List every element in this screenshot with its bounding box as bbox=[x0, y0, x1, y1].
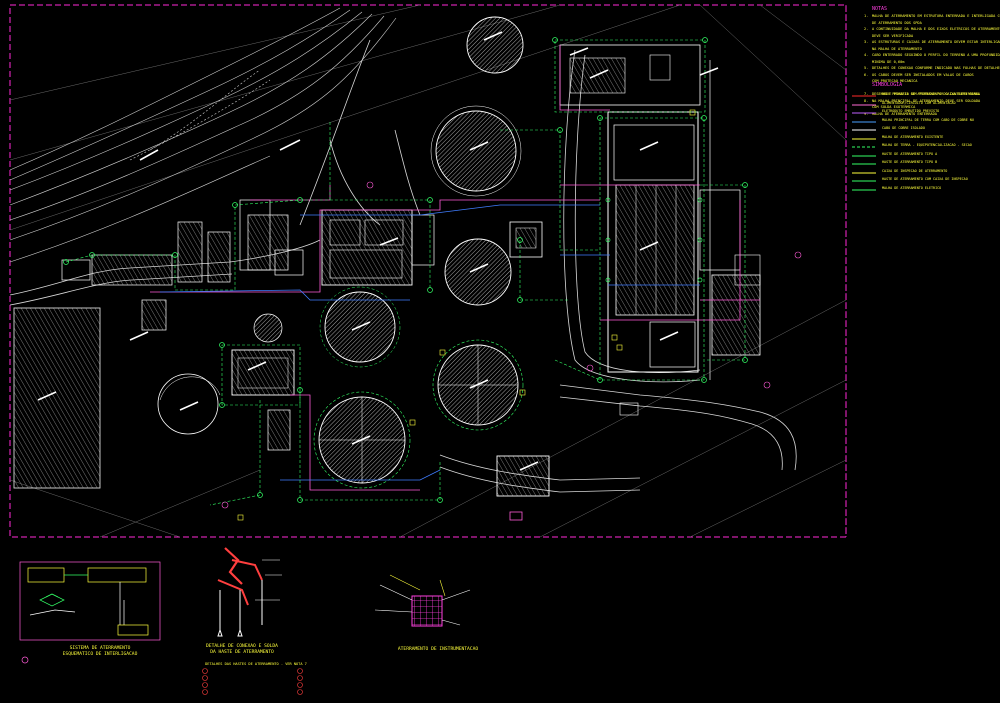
bottom-building bbox=[496, 455, 550, 497]
legend-swatch bbox=[852, 172, 876, 173]
legend-text: CABO DE COBRE ISOLADO bbox=[882, 126, 925, 130]
process-building bbox=[321, 209, 435, 286]
legend-swatch bbox=[852, 155, 876, 156]
legend-swatch bbox=[852, 146, 876, 148]
detail-2-rod-connection bbox=[217, 547, 282, 637]
legend-text: MALHA DE ATERRAMENTO EXISTENTE bbox=[882, 134, 944, 139]
legend-item: MALHA DE TERRA - EQUIPOTENCIALIZACAO - S… bbox=[852, 143, 998, 152]
detail-3-instrument-grounding bbox=[374, 574, 471, 627]
legend-item: ELETRODUTO EMBUTIDO PREVISTO bbox=[852, 109, 998, 118]
note-number: 3. bbox=[864, 40, 869, 44]
legend-text: HASTE DE ATERRAMENTO TIPO A bbox=[882, 151, 938, 156]
legend-item: HASTE DE ATERRAMENTO COM CAIXA DE INSPEC… bbox=[852, 177, 998, 186]
note-text: OS CABOS DEVEM SER INSTALADOS EM VALAS D… bbox=[872, 72, 974, 77]
detail-3-title: ATERRAMENTO DE INSTRUMENTACAO bbox=[397, 647, 479, 652]
legend-text: MALHA DE TERRA - EQUIPOTENCIALIZACAO - S… bbox=[882, 143, 972, 147]
tank-1 bbox=[435, 110, 517, 192]
legend-text: ALIMENTADOR/CIRCUITO COM ALIMENTACAO bbox=[882, 100, 956, 105]
note-text: MALHA DE ATERRAMENTO EM ESTRUTURA ENTERR… bbox=[872, 14, 1000, 18]
note-text: MINIMA DE 0,60m bbox=[872, 59, 905, 64]
legend-text: REDE PRIMARIA SEM PROTECAO POR CAIXA SUB… bbox=[882, 92, 980, 96]
site-plan-drawing bbox=[9, 4, 847, 695]
small-tank bbox=[253, 313, 283, 343]
legend-item: REDE PRIMARIA SEM PROTECAO POR CAIXA SUB… bbox=[852, 92, 998, 101]
legend-text: ELETRODUTO EMBUTIDO PREVISTO bbox=[882, 109, 940, 113]
legend-text: HASTE DE ATERRAMENTO COM CAIXA DE INSPEC… bbox=[882, 177, 968, 181]
note-number: 5. bbox=[864, 66, 869, 70]
note-number: 1. bbox=[864, 14, 869, 18]
pond bbox=[157, 373, 219, 435]
note-text: A CONTINUIDADE DA MALHA E DOS EIXOS ELET… bbox=[872, 27, 1000, 31]
note-text: DETALHES DE CONEXAO CONFORME INDICADO NA… bbox=[872, 66, 1000, 70]
legend-text: MALHA PRINCIPAL DE TERRA COM CABO DE COB… bbox=[882, 117, 974, 122]
bottom-note: DETALHES DAS HASTES DE ATERRAMENTO - VER… bbox=[205, 662, 307, 666]
tank-top-small bbox=[466, 16, 524, 74]
note-text: AS ESTRUTURAS E CAIXAS DE ATERRAMENTO DE… bbox=[872, 40, 1000, 44]
legend-item: ALIMENTADOR/CIRCUITO COM ALIMENTACAO bbox=[852, 101, 998, 110]
legend-item: CAIXA DE INSPECAO DE ATERRAMENTO bbox=[852, 169, 998, 178]
legend-text: HASTE DE ATERRAMENTO TIPO B bbox=[882, 160, 938, 164]
legend-text: CAIXA DE INSPECAO DE ATERRAMENTO bbox=[882, 168, 948, 173]
note-number: 4. bbox=[864, 53, 869, 57]
main-treatment-building bbox=[559, 44, 761, 373]
legend-swatch bbox=[852, 163, 876, 165]
legend-swatch bbox=[852, 121, 876, 122]
note-text: DEVE SER VERIFICADA bbox=[872, 33, 914, 38]
legend-swatch bbox=[852, 138, 876, 139]
note-text: NA MALHA DE ATERRAMENTO bbox=[872, 46, 922, 51]
legend-item: HASTE DE ATERRAMENTO TIPO A bbox=[852, 152, 998, 161]
note-text: DE ATERRAMENTO DOS SPDA bbox=[872, 20, 922, 25]
note-number: 6. bbox=[864, 72, 869, 77]
detail-2-title: DETALHE DE CONEXAO E SOLDA DA HASTE DE A… bbox=[192, 644, 292, 656]
legend-item: MALHA DE ATERRAMENTO ELETRICO bbox=[852, 186, 998, 195]
note-text: CABO ENTERRADO SEGUINDO O PERFIL DO TERR… bbox=[872, 53, 1000, 57]
legend-swatch bbox=[852, 95, 876, 97]
detail-1-title: SISTEMA DE ATERRAMENTO ESQUEMATICO DE IN… bbox=[40, 646, 160, 658]
legend-swatch bbox=[852, 180, 876, 182]
notes-header: NOTAS bbox=[872, 6, 888, 12]
warehouse-building bbox=[13, 307, 101, 489]
small-building bbox=[267, 409, 291, 451]
legend-swatch bbox=[852, 129, 876, 131]
legend-swatch bbox=[852, 112, 876, 114]
note-number: 2. bbox=[864, 27, 869, 31]
legend-item: HASTE DE ATERRAMENTO TIPO B bbox=[852, 160, 998, 169]
bottom-list-symbols bbox=[202, 668, 303, 695]
legend-text: MALHA DE ATERRAMENTO ELETRICO bbox=[882, 185, 942, 190]
legend-item: MALHA DE ATERRAMENTO EXISTENTE bbox=[852, 135, 998, 144]
legend-swatch bbox=[852, 104, 876, 105]
legend-item: MALHA PRINCIPAL DE TERRA COM CABO DE COB… bbox=[852, 118, 998, 127]
legend-item: CABO DE COBRE ISOLADO bbox=[852, 126, 998, 135]
tank-2 bbox=[444, 238, 512, 306]
detail-1-title-line2: ESQUEMATICO DE INTERLIGACAO bbox=[62, 652, 138, 657]
legend-swatch bbox=[852, 189, 876, 190]
legend-header: SIMBOLOGIA bbox=[872, 82, 903, 88]
detail-2-title-line2: DA HASTE DE ATERRAMENTO bbox=[210, 650, 274, 655]
legend-list: REDE PRIMARIA SEM PROTECAO POR CAIXA SUB… bbox=[852, 92, 998, 194]
